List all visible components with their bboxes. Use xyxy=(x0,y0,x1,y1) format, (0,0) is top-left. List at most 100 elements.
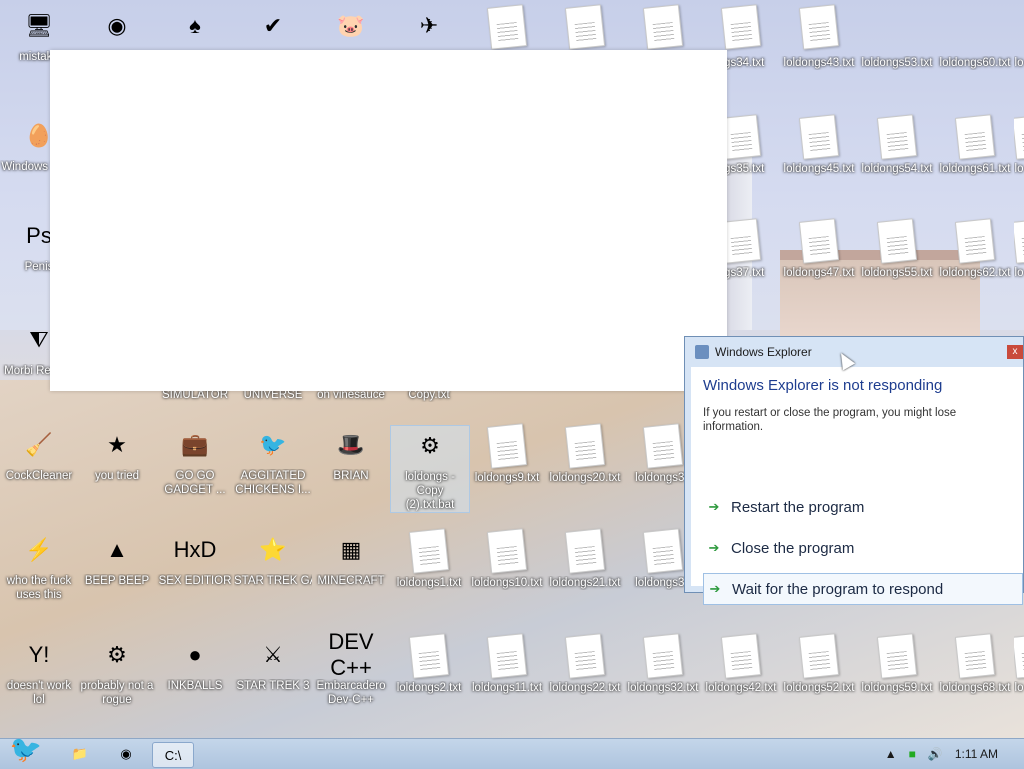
icon-you-tried[interactable]: ★ you tried xyxy=(78,425,156,483)
network-icon[interactable]: ■ xyxy=(909,747,916,761)
text-document-icon xyxy=(954,633,996,679)
txt-file-icon[interactable]: loldongs61.txt xyxy=(936,114,1014,176)
icon-angry-pig[interactable]: 🐷 xyxy=(312,6,390,50)
icon-aggitated-chickens[interactable]: 🐦 AGGITATED CHICKENS I... xyxy=(234,425,312,497)
text-document-icon xyxy=(564,423,606,469)
txt-file-icon[interactable]: loldongs62.txt xyxy=(936,218,1014,280)
txt-file-icon[interactable]: loldongs43.txt xyxy=(780,56,858,70)
txt-file-icon[interactable]: loldongs1.txt xyxy=(390,528,468,590)
show-hidden-icons-icon[interactable]: ▲ xyxy=(885,747,897,761)
icon-chrome[interactable]: ◉ xyxy=(78,6,156,50)
txt-file-icon[interactable]: loldongs54.txt xyxy=(858,114,936,176)
text-document-icon xyxy=(798,4,840,50)
close-program-button[interactable]: ➔ Close the program xyxy=(703,532,1023,564)
txt-file-icon[interactable]: loldongs9.txt xyxy=(468,423,546,485)
loldongs-bat-icon: ⚙ xyxy=(420,433,440,458)
txt-file-icon[interactable]: lo xyxy=(1014,220,1024,280)
taskbar-explorer-button[interactable]: 📁 xyxy=(60,742,100,766)
green-arrow-icon: ➔ xyxy=(708,499,720,514)
desktop-icon-label: AGGITATED CHICKENS I... xyxy=(235,470,311,496)
txt-file-icon[interactable]: lo xyxy=(1014,635,1024,695)
restart-program-button[interactable]: ➔ Restart the program xyxy=(703,491,1023,523)
text-document-icon xyxy=(486,4,528,50)
volume-icon[interactable]: 🔊 xyxy=(928,747,943,761)
taskbar-cmd-button[interactable]: C:\ xyxy=(152,742,194,768)
txt-file-icon[interactable] xyxy=(468,4,546,52)
desktop-icon-label: loldongs22.txt xyxy=(549,682,621,694)
txt-file-icon[interactable]: loldongs52.txt xyxy=(780,633,858,695)
star-trek-3-icon: ⚔ xyxy=(263,642,283,667)
windows-explorer-icon xyxy=(695,345,709,359)
txt-file-icon[interactable]: loldongs45.txt xyxy=(780,114,858,176)
txt-file-icon[interactable] xyxy=(702,4,780,52)
icon-inkballs[interactable]: ● INKBALLS xyxy=(156,635,234,693)
txt-file-icon[interactable]: loldongs42.txt xyxy=(702,633,780,695)
txt-file-icon[interactable]: loldongs20.txt xyxy=(546,423,624,485)
text-document-icon xyxy=(408,528,450,574)
icon-beep-beep[interactable]: ▲ BEEP BEEP xyxy=(78,530,156,588)
minecraft-icon: ▦ xyxy=(340,537,362,562)
option-label: Restart the program xyxy=(731,498,865,516)
txt-file-icon[interactable]: loldongs2.txt xyxy=(390,633,468,695)
blank-not-responding-window[interactable] xyxy=(50,50,727,391)
desktop-icon-label: SEX EDITIOR xyxy=(158,575,232,587)
icon-minecraft[interactable]: ▦ MINECRAFT xyxy=(312,530,390,588)
icon-loldongs-bat[interactable]: ⚙ loldongs - Copy (2).txt.bat xyxy=(390,425,470,513)
you-tried-icon: ★ xyxy=(107,432,127,457)
txt-file-icon[interactable]: loldongs47.txt xyxy=(780,218,858,280)
text-document-icon xyxy=(564,528,606,574)
wait-program-button[interactable]: ➔ Wait for the program to respond xyxy=(703,573,1023,605)
close-icon[interactable]: x xyxy=(1007,345,1023,359)
desktop-icon-label: loldongs45.txt xyxy=(783,163,855,175)
txt-file-icon[interactable] xyxy=(624,4,702,52)
text-document-icon xyxy=(798,114,840,160)
taskbar-chrome-button[interactable]: ◉ xyxy=(106,742,146,766)
icon-star-trek-game[interactable]: ⭐ STAR TREK GAME xyxy=(234,530,312,588)
icon-who-uses-this[interactable]: ⚡ who the fuck uses this xyxy=(0,530,78,602)
icon-dev-cpp[interactable]: DEV C++ Embarcadero Dev-C++ xyxy=(312,629,390,707)
start-button[interactable]: 🐦 xyxy=(2,729,50,769)
icon-probably-not-rogue[interactable]: ⚙ probably not a rogue xyxy=(78,635,156,707)
text-document-icon xyxy=(486,528,528,574)
txt-file-icon[interactable]: loldongs60.txt xyxy=(936,56,1014,70)
text-document-icon xyxy=(564,4,606,50)
txt-file-icon[interactable]: loldongs55.txt xyxy=(858,218,936,280)
txt-file-icon[interactable]: loldongs11.txt xyxy=(468,633,546,695)
brian-icon: 🎩 xyxy=(337,432,365,457)
icon-shield[interactable]: ✔ xyxy=(234,6,312,50)
text-document-icon xyxy=(876,218,918,264)
txt-file-icon[interactable]: lo xyxy=(1014,56,1024,70)
dev-cpp-icon: DEV C++ xyxy=(328,629,374,680)
icon-cockcleaner[interactable]: 🧹 CockCleaner xyxy=(0,425,78,483)
txt-file-icon[interactable]: loldongs10.txt xyxy=(468,528,546,590)
clock[interactable]: 1:11 AM xyxy=(955,747,998,761)
txt-file-icon[interactable]: loldongs59.txt xyxy=(858,633,936,695)
txt-file-icon[interactable]: lo xyxy=(1014,116,1024,176)
desktop-icon-label: loldongs68.txt xyxy=(939,682,1011,694)
txt-file-icon[interactable]: loldongs53.txt xyxy=(858,56,936,70)
desktop-icon-label: loldongs55.txt xyxy=(861,267,933,279)
txt-file-icon[interactable]: loldongs68.txt xyxy=(936,633,1014,695)
text-document-icon xyxy=(798,218,840,264)
icon-emblem[interactable]: ✈ xyxy=(390,6,468,50)
text-document-icon xyxy=(720,4,762,50)
desktop-icon-label: who the fuck uses this xyxy=(6,575,72,601)
txt-file-icon[interactable] xyxy=(546,4,624,52)
icon-go-go-gadget[interactable]: 💼 GO GO GADGET ... xyxy=(156,425,234,497)
txt-file-icon[interactable]: loldongs21.txt xyxy=(546,528,624,590)
txt-file-icon[interactable]: loldongs22.txt xyxy=(546,633,624,695)
text-document-icon xyxy=(408,633,450,679)
solitaire-icon: ♠ xyxy=(189,13,201,38)
inkballs-icon: ● xyxy=(188,642,202,667)
icon-brian[interactable]: 🎩 BRIAN xyxy=(312,425,390,483)
cockcleaner-icon: 🧹 xyxy=(25,432,53,457)
txt-file-icon[interactable]: loldongs32.txt xyxy=(624,633,702,695)
icon-solitaire[interactable]: ♠ xyxy=(156,6,234,50)
sex-editior-icon: HxD xyxy=(173,537,217,562)
txt-file-icon[interactable] xyxy=(780,4,858,52)
icon-sex-editior[interactable]: HxD SEX EDITIOR xyxy=(156,530,234,588)
icon-star-trek-3[interactable]: ⚔ STAR TREK 3 xyxy=(234,635,312,693)
desktop-icon-label: loldongs59.txt xyxy=(861,682,933,694)
icon-doesnt-work[interactable]: Y! doesn't work lol xyxy=(0,635,78,707)
shield-icon: ✔ xyxy=(263,13,283,38)
